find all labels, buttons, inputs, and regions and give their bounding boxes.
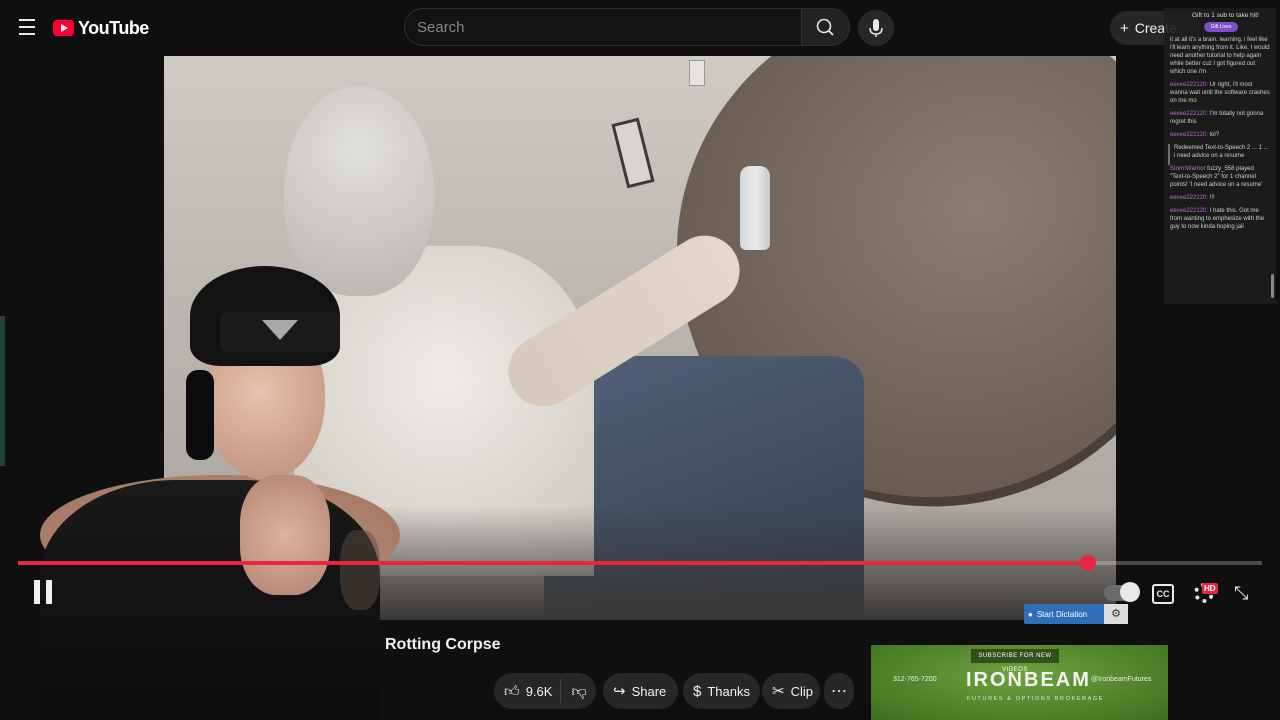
thanks-dollar-icon: $ <box>693 682 702 700</box>
headset-icon <box>186 370 214 460</box>
chat-scrollbar[interactable] <box>1271 274 1274 298</box>
clip-label: Clip <box>790 683 813 699</box>
ad-banner[interactable]: SUBSCRIBE FOR NEW VIDEOS 312-765-7200 IR… <box>871 645 1168 720</box>
chat-message: it at all it's a brain. learning. i feel… <box>1164 36 1276 81</box>
like-dislike-group: 👍︎ 9.6K 👎︎ <box>494 673 596 709</box>
chat-message: StormWarrior fuzzy_558 played "Text-to-S… <box>1164 165 1276 194</box>
search-box[interactable] <box>404 8 802 46</box>
plus-icon: + <box>1120 19 1129 37</box>
exit-fullscreen-icon[interactable]: ⤡ <box>1234 584 1250 602</box>
chat-message: eevee222120: I'm totally not gonna regre… <box>1164 110 1276 131</box>
share-label: Share <box>631 683 667 699</box>
streamer-webcam <box>40 260 420 720</box>
wall-plaque <box>611 117 655 189</box>
hd-badge: HD <box>1202 583 1218 594</box>
chat-username[interactable]: eevee222120: <box>1170 111 1208 117</box>
pause-button[interactable] <box>34 580 54 606</box>
pause-icon <box>34 580 40 604</box>
chat-header: Gift to 1 sub to take hit! <box>1192 12 1259 19</box>
search-icon <box>816 18 834 36</box>
search-button[interactable] <box>802 8 850 46</box>
progress-played <box>18 561 1088 565</box>
dictation-label: Start Dictation <box>1036 609 1088 619</box>
like-divider <box>560 679 562 703</box>
streamer-bandana <box>220 312 340 352</box>
start-dictation-button[interactable]: ● Start Dictation ⚙ <box>1024 604 1128 624</box>
water-bottle <box>740 166 770 250</box>
chat-username[interactable]: eevee222120: <box>1170 132 1208 138</box>
thanks-label: Thanks <box>707 683 750 699</box>
ambient-edge <box>0 316 5 466</box>
thumbs-up-icon[interactable]: 👍︎ <box>504 684 520 699</box>
progress-scrubber[interactable] <box>1079 555 1096 571</box>
share-button[interactable]: ↪ Share <box>603 673 678 709</box>
voice-search-button[interactable] <box>858 10 894 46</box>
chat-message-list: it at all it's a brain. learning. i feel… <box>1164 36 1276 236</box>
ad-tagline: FUTURES & OPTIONS BROKERAGE <box>967 696 1105 702</box>
chat-username[interactable]: eevee222120: <box>1170 82 1208 88</box>
chat-message: eevee222120: I hate this. Got me from wa… <box>1164 207 1276 236</box>
scissors-icon: ✂ <box>772 682 785 700</box>
streamer-tattoo <box>340 530 380 610</box>
dictation-settings-icon[interactable]: ⚙ <box>1104 604 1128 624</box>
progress-bar[interactable] <box>18 555 1262 571</box>
captions-button[interactable]: CC <box>1152 584 1174 604</box>
chat-message: Redeemed Text-to-Speech 2 ... 1 ... i ne… <box>1168 144 1276 165</box>
thumbs-down-icon[interactable]: 👎︎ <box>571 684 586 699</box>
chat-username[interactable]: eevee222120: <box>1170 208 1208 214</box>
ad-phone: 312-765-7200 <box>893 676 937 683</box>
chat-text: Redeemed Text-to-Speech 2 ... 1 ... i ne… <box>1174 145 1269 159</box>
microphone-icon <box>869 19 883 37</box>
wall-outlet <box>689 60 705 86</box>
chat-badge: Gift Lives <box>1204 22 1238 32</box>
chat-text: it at all it's a brain. learning. i feel… <box>1170 37 1270 75</box>
share-arrow-icon: ↪ <box>613 682 626 700</box>
youtube-logo[interactable]: YouTube <box>53 17 149 39</box>
chat-text: lol? <box>1209 132 1220 138</box>
more-actions-button[interactable]: ⋯ <box>824 673 854 709</box>
like-count[interactable]: 9.6K <box>526 684 553 699</box>
clip-button[interactable]: ✂ Clip <box>762 673 820 709</box>
ad-handle: @IronbeamFutures <box>1091 676 1152 683</box>
chat-message: eevee222120: !!! <box>1164 194 1276 207</box>
chat-username[interactable]: eevee222120: <box>1170 195 1208 201</box>
youtube-play-icon <box>53 20 74 36</box>
chat-message: eevee222120: Ur right, i'll most wanna w… <box>1164 81 1276 110</box>
search-input[interactable] <box>405 9 801 45</box>
thanks-button[interactable]: $ Thanks <box>683 673 760 709</box>
streamer-hand <box>240 475 330 595</box>
chat-message: eevee222120: lol? <box>1164 131 1276 144</box>
microphone-icon: ● <box>1028 609 1033 619</box>
logo-text: YouTube <box>78 17 149 38</box>
chat-username[interactable]: StormWarrior <box>1170 166 1205 172</box>
video-title: Rotting Corpse <box>385 636 501 653</box>
autoplay-toggle[interactable] <box>1104 582 1140 602</box>
ad-subscribe-cta[interactable]: SUBSCRIBE FOR NEW VIDEOS <box>971 649 1059 673</box>
hamburger-menu-icon[interactable] <box>14 14 40 42</box>
stream-chat-overlay: Gift to 1 sub to take hit! Gift Lives it… <box>1164 8 1276 304</box>
ad-brand-name: IRONBEAM <box>966 669 1091 691</box>
chat-text: !!! <box>1209 195 1215 201</box>
